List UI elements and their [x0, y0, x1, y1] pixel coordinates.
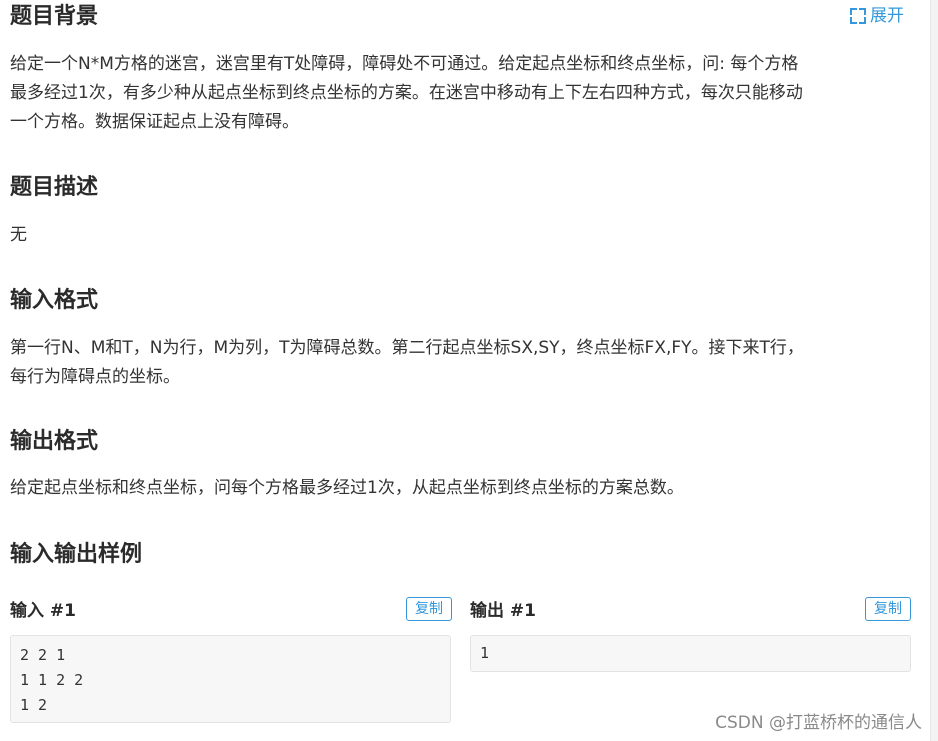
output-format-text: 给定起点坐标和终点坐标，问每个方格最多经过1次，从起点坐标到终点坐标的方案总数。 — [10, 478, 684, 498]
sample-output-box[interactable]: 1 — [470, 635, 911, 672]
sample-input-box[interactable]: 2 2 1 1 1 2 2 1 2 — [10, 635, 451, 723]
expand-label: 展开 — [870, 6, 904, 26]
background-line: 最多经过1次，有多少种从起点坐标到终点坐标的方案。在迷宫中移动有上下左右四种方式… — [10, 83, 803, 103]
section-title-samples: 输入输出样例 — [10, 542, 143, 567]
section-title-input-format: 输入格式 — [10, 288, 99, 313]
sample-output-line: 1 — [480, 644, 490, 662]
expand-button[interactable]: 展开 — [850, 4, 904, 28]
section-title-description: 题目描述 — [10, 175, 99, 200]
input-format-line: 每行为障碍点的坐标。 — [10, 367, 180, 387]
copy-output-button[interactable]: 复制 — [865, 597, 911, 621]
background-line: 给定一个N*M方格的迷宫，迷宫里有T处障碍，障碍处不可通过。给定起点坐标和终点坐… — [10, 54, 799, 74]
sample-input-label: 输入 #1 — [10, 601, 76, 621]
description-text: 无 — [10, 225, 27, 245]
input-format-text: 第一行N、M和T，N为行，M为列，T为障碍总数。第二行起点坐标SX,SY，终点坐… — [10, 334, 910, 392]
sample-input-line: 1 2 — [20, 696, 48, 714]
sample-input-line: 2 2 1 — [20, 646, 66, 664]
expand-icon — [850, 8, 866, 24]
section-title-output-format: 输出格式 — [10, 429, 99, 454]
scrollbar-track[interactable] — [930, 0, 938, 741]
sample-output-label: 输出 #1 — [470, 601, 536, 621]
input-format-line: 第一行N、M和T，N为行，M为列，T为障碍总数。第二行起点坐标SX,SY，终点坐… — [10, 338, 804, 358]
csdn-watermark: CSDN @打蓝桥杯的通信人 — [715, 713, 922, 733]
copy-input-button[interactable]: 复制 — [406, 597, 452, 621]
background-text: 给定一个N*M方格的迷宫，迷宫里有T处障碍，障碍处不可通过。给定起点坐标和终点坐… — [10, 50, 910, 137]
background-line: 一个方格。数据保证起点上没有障碍。 — [10, 112, 299, 132]
section-title-background: 题目背景 — [10, 4, 99, 29]
sample-input-line: 1 1 2 2 — [20, 671, 84, 689]
